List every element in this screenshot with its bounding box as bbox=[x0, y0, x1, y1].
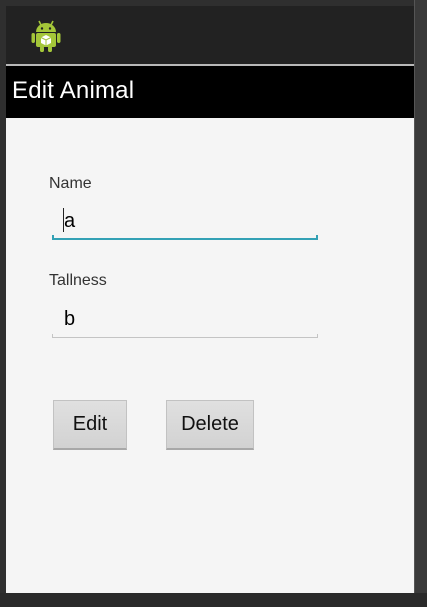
tallness-field-value: b bbox=[64, 308, 76, 330]
delete-button[interactable]: Delete bbox=[166, 400, 254, 450]
tallness-field-tick-left bbox=[52, 334, 53, 338]
tallness-label: Tallness bbox=[49, 272, 107, 289]
name-field-tick-left bbox=[52, 235, 54, 240]
tallness-field-tick-right bbox=[317, 334, 318, 338]
edit-form: Name a Tallness b Edit Delete bbox=[6, 118, 414, 593]
edit-button[interactable]: Edit bbox=[53, 400, 127, 450]
name-label: Name bbox=[49, 175, 92, 192]
tallness-field-underline bbox=[52, 337, 318, 338]
device-frame: Edit Animal Name a Tallness b Edit Delet… bbox=[0, 0, 427, 607]
tallness-field[interactable]: b bbox=[52, 302, 318, 338]
right-frame-edge bbox=[414, 0, 427, 607]
top-bar bbox=[6, 6, 414, 66]
name-field-underline bbox=[52, 238, 318, 240]
bottom-frame-edge bbox=[0, 593, 427, 607]
android-robot-icon bbox=[31, 20, 61, 52]
name-field-value: a bbox=[64, 210, 76, 232]
name-field-tick-right bbox=[316, 235, 318, 240]
page-title: Edit Animal bbox=[12, 77, 135, 104]
title-bar: Edit Animal bbox=[6, 66, 414, 118]
name-field[interactable]: a bbox=[52, 204, 318, 240]
